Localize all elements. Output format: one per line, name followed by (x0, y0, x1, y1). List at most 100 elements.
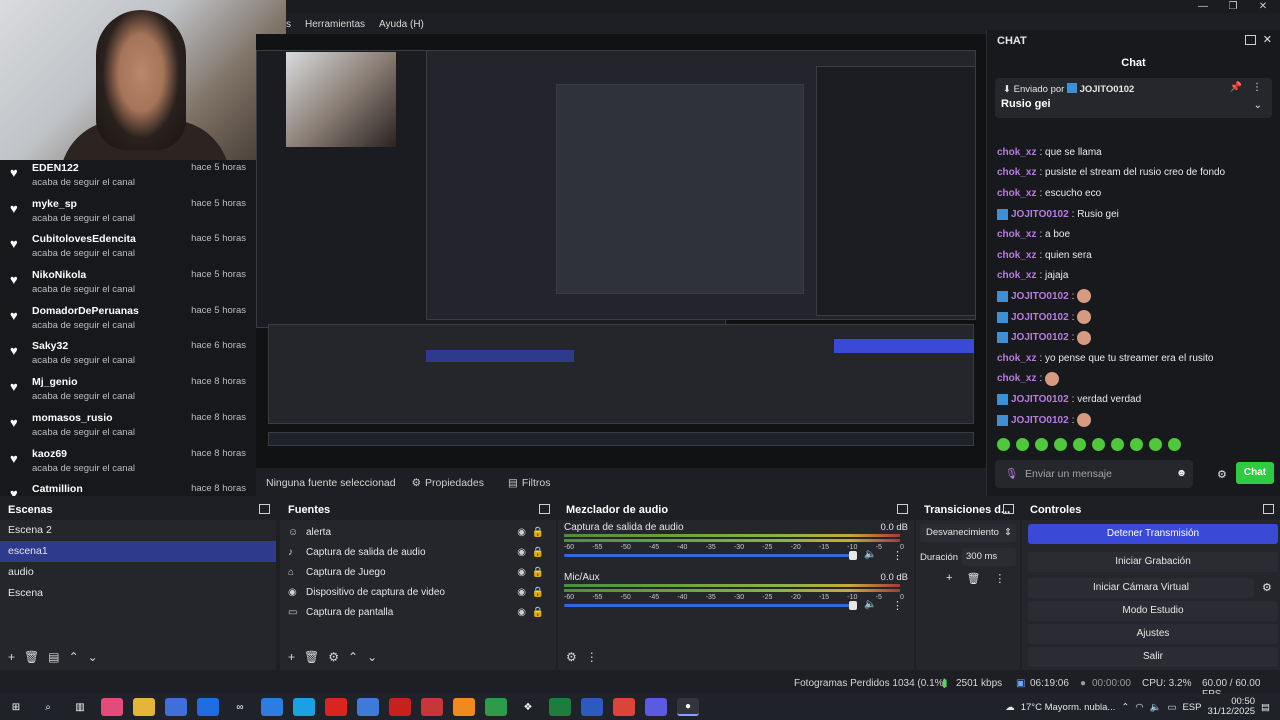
more-icon[interactable]: ⋮ (892, 549, 903, 562)
app-red-icon[interactable] (421, 698, 443, 716)
windows-start-icon[interactable]: ⊞ (5, 698, 27, 716)
clock[interactable]: 00:50 31/12/2025 (1207, 697, 1255, 717)
studio-mode-button[interactable]: Modo Estudio (1028, 601, 1278, 621)
mixer-settings-icon[interactable]: ⚙ (566, 650, 577, 664)
undock-icon[interactable] (259, 504, 270, 514)
virtual-camera-settings-icon[interactable]: ⚙ (1262, 581, 1272, 594)
add-icon[interactable]: + (8, 650, 15, 664)
task-view-icon[interactable]: ▥ (69, 698, 91, 716)
source-item[interactable]: ▭ Captura de pantalla ◉ 🔒 (280, 602, 556, 622)
dropbox-icon[interactable]: ❖ (517, 698, 539, 716)
vlc-icon[interactable] (453, 698, 475, 716)
lock-icon[interactable]: 🔒 (532, 527, 544, 538)
emote-icon[interactable] (1073, 438, 1086, 451)
undock-icon[interactable] (539, 504, 550, 514)
chat-username[interactable]: chok_xz (997, 147, 1036, 158)
chat-username[interactable]: JOJITO0102 (1011, 415, 1069, 426)
chat-username[interactable]: JOJITO0102 (1011, 209, 1069, 220)
settings-gear-icon[interactable]: ⚙ (1217, 468, 1227, 481)
pinned-message[interactable]: ⬇ Enviado por JOJITO0102 Rusio gei 📌 ⋮ ⌄ (995, 78, 1272, 118)
source-item[interactable]: ♪ Captura de salida de audio ◉ 🔒 (280, 542, 556, 562)
scene-item[interactable]: escena1 (0, 541, 276, 562)
move-up-icon[interactable]: ⌃ (69, 650, 79, 664)
chat-username[interactable]: JOJITO0102 (1011, 291, 1069, 302)
chat-username[interactable]: chok_xz (997, 167, 1036, 178)
chat-send-button[interactable]: Chat (1236, 462, 1274, 484)
edge-icon[interactable] (293, 698, 315, 716)
undock-icon[interactable] (1003, 504, 1014, 514)
emote-icon[interactable] (1035, 438, 1048, 451)
scene-item[interactable]: Escena (0, 583, 276, 604)
chevron-up-icon[interactable]: ⌃ (1121, 702, 1129, 713)
scene-item[interactable]: Escena 2 (0, 520, 276, 541)
settings-button[interactable]: Ajustes (1028, 624, 1278, 644)
calculator-icon[interactable] (357, 698, 379, 716)
filter-icon[interactable]: ▤ (48, 650, 59, 664)
notification-icon[interactable]: ▤ (1261, 702, 1270, 713)
trash-icon[interactable]: 🗑 (24, 650, 39, 664)
emote-icon[interactable] (1168, 438, 1181, 451)
close-icon[interactable]: ✕ (1263, 33, 1272, 46)
chat-username[interactable]: JOJITO0102 (1011, 394, 1069, 405)
add-icon[interactable]: + (288, 650, 295, 664)
more-icon[interactable]: ⋮ (892, 599, 903, 612)
battery-icon[interactable]: ▭ (1167, 702, 1176, 713)
source-item[interactable]: ☺ alerta ◉ 🔒 (280, 522, 556, 542)
obs-icon[interactable]: ● (677, 698, 699, 716)
wifi-icon[interactable]: ◠ (1135, 702, 1143, 713)
emote-icon[interactable] (1111, 438, 1124, 451)
start-virtual-camera-button[interactable]: Iniciar Cámara Virtual (1028, 578, 1254, 598)
lock-icon[interactable]: 🔒 (532, 587, 544, 598)
copilot-icon[interactable] (101, 698, 123, 716)
scene-item[interactable]: audio (0, 562, 276, 583)
visibility-eye-icon[interactable]: ◉ (517, 527, 526, 538)
slider-handle[interactable] (849, 601, 857, 610)
chat-username[interactable]: chok_xz (997, 229, 1036, 240)
volume-slider[interactable] (564, 551, 857, 560)
stop-streaming-button[interactable]: Detener Transmisión (1028, 524, 1278, 544)
minimize-icon[interactable]: — (1188, 0, 1218, 14)
chat-username[interactable]: chok_xz (997, 270, 1036, 281)
mic-icon[interactable]: 🎙 (1005, 467, 1018, 480)
more-icon[interactable]: ⋮ (1252, 82, 1262, 93)
lock-icon[interactable]: 🔒 (532, 567, 544, 578)
language-indicator[interactable]: ESP (1182, 702, 1201, 713)
volume-slider[interactable] (564, 601, 857, 610)
chat-username[interactable]: chok_xz (997, 250, 1036, 261)
lock-icon[interactable]: 🔒 (532, 607, 544, 618)
add-icon[interactable]: + (946, 572, 952, 585)
pin-toggle-icon[interactable]: 📌 (1230, 82, 1242, 93)
chat-username[interactable]: JOJITO0102 (1011, 312, 1069, 323)
opera-icon[interactable] (325, 698, 347, 716)
visibility-eye-icon[interactable]: ◉ (517, 547, 526, 558)
transition-select[interactable]: Desvanecimiento ⇕ (920, 524, 1016, 542)
properties-button[interactable]: ⚙ Propiedades (404, 472, 492, 494)
source-item[interactable]: ◉ Dispositivo de captura de video ◉ 🔒 (280, 582, 556, 602)
emote-icon[interactable] (1054, 438, 1067, 451)
photos-icon[interactable] (261, 698, 283, 716)
excel-icon[interactable] (549, 698, 571, 716)
duration-input[interactable]: 300 ms (962, 548, 1016, 566)
file-explorer-icon[interactable] (133, 698, 155, 716)
gear-icon[interactable]: ⚙ (328, 650, 339, 664)
menu-item-herramientas[interactable]: Herramientas (305, 19, 365, 30)
weather-text[interactable]: 17°C Mayorm. nubla... (1021, 702, 1116, 713)
more-icon[interactable]: ⋮ (586, 650, 598, 664)
undock-icon[interactable] (1245, 35, 1256, 45)
move-down-icon[interactable]: ⌄ (88, 650, 98, 664)
menu-item-ayuda[interactable]: Ayuda (H) (379, 19, 424, 30)
chat-username[interactable]: chok_xz (997, 188, 1036, 199)
chevron-down-icon[interactable]: ⌄ (1254, 100, 1262, 111)
chat-input[interactable]: 🎙 Enviar un mensaje ☻ (995, 460, 1193, 488)
move-up-icon[interactable]: ⌃ (348, 650, 358, 664)
pdf-icon[interactable] (389, 698, 411, 716)
discord-icon[interactable] (645, 698, 667, 716)
chrome-icon[interactable] (613, 698, 635, 716)
move-down-icon[interactable]: ⌄ (367, 650, 377, 664)
more-icon[interactable]: ⋮ (994, 572, 1005, 585)
menu-item-partial[interactable]: s (286, 19, 291, 30)
trash-icon[interactable]: 🗑 (966, 572, 980, 585)
image-viewer-icon[interactable] (485, 698, 507, 716)
visibility-eye-icon[interactable]: ◉ (517, 567, 526, 578)
program-preview[interactable] (256, 34, 986, 468)
